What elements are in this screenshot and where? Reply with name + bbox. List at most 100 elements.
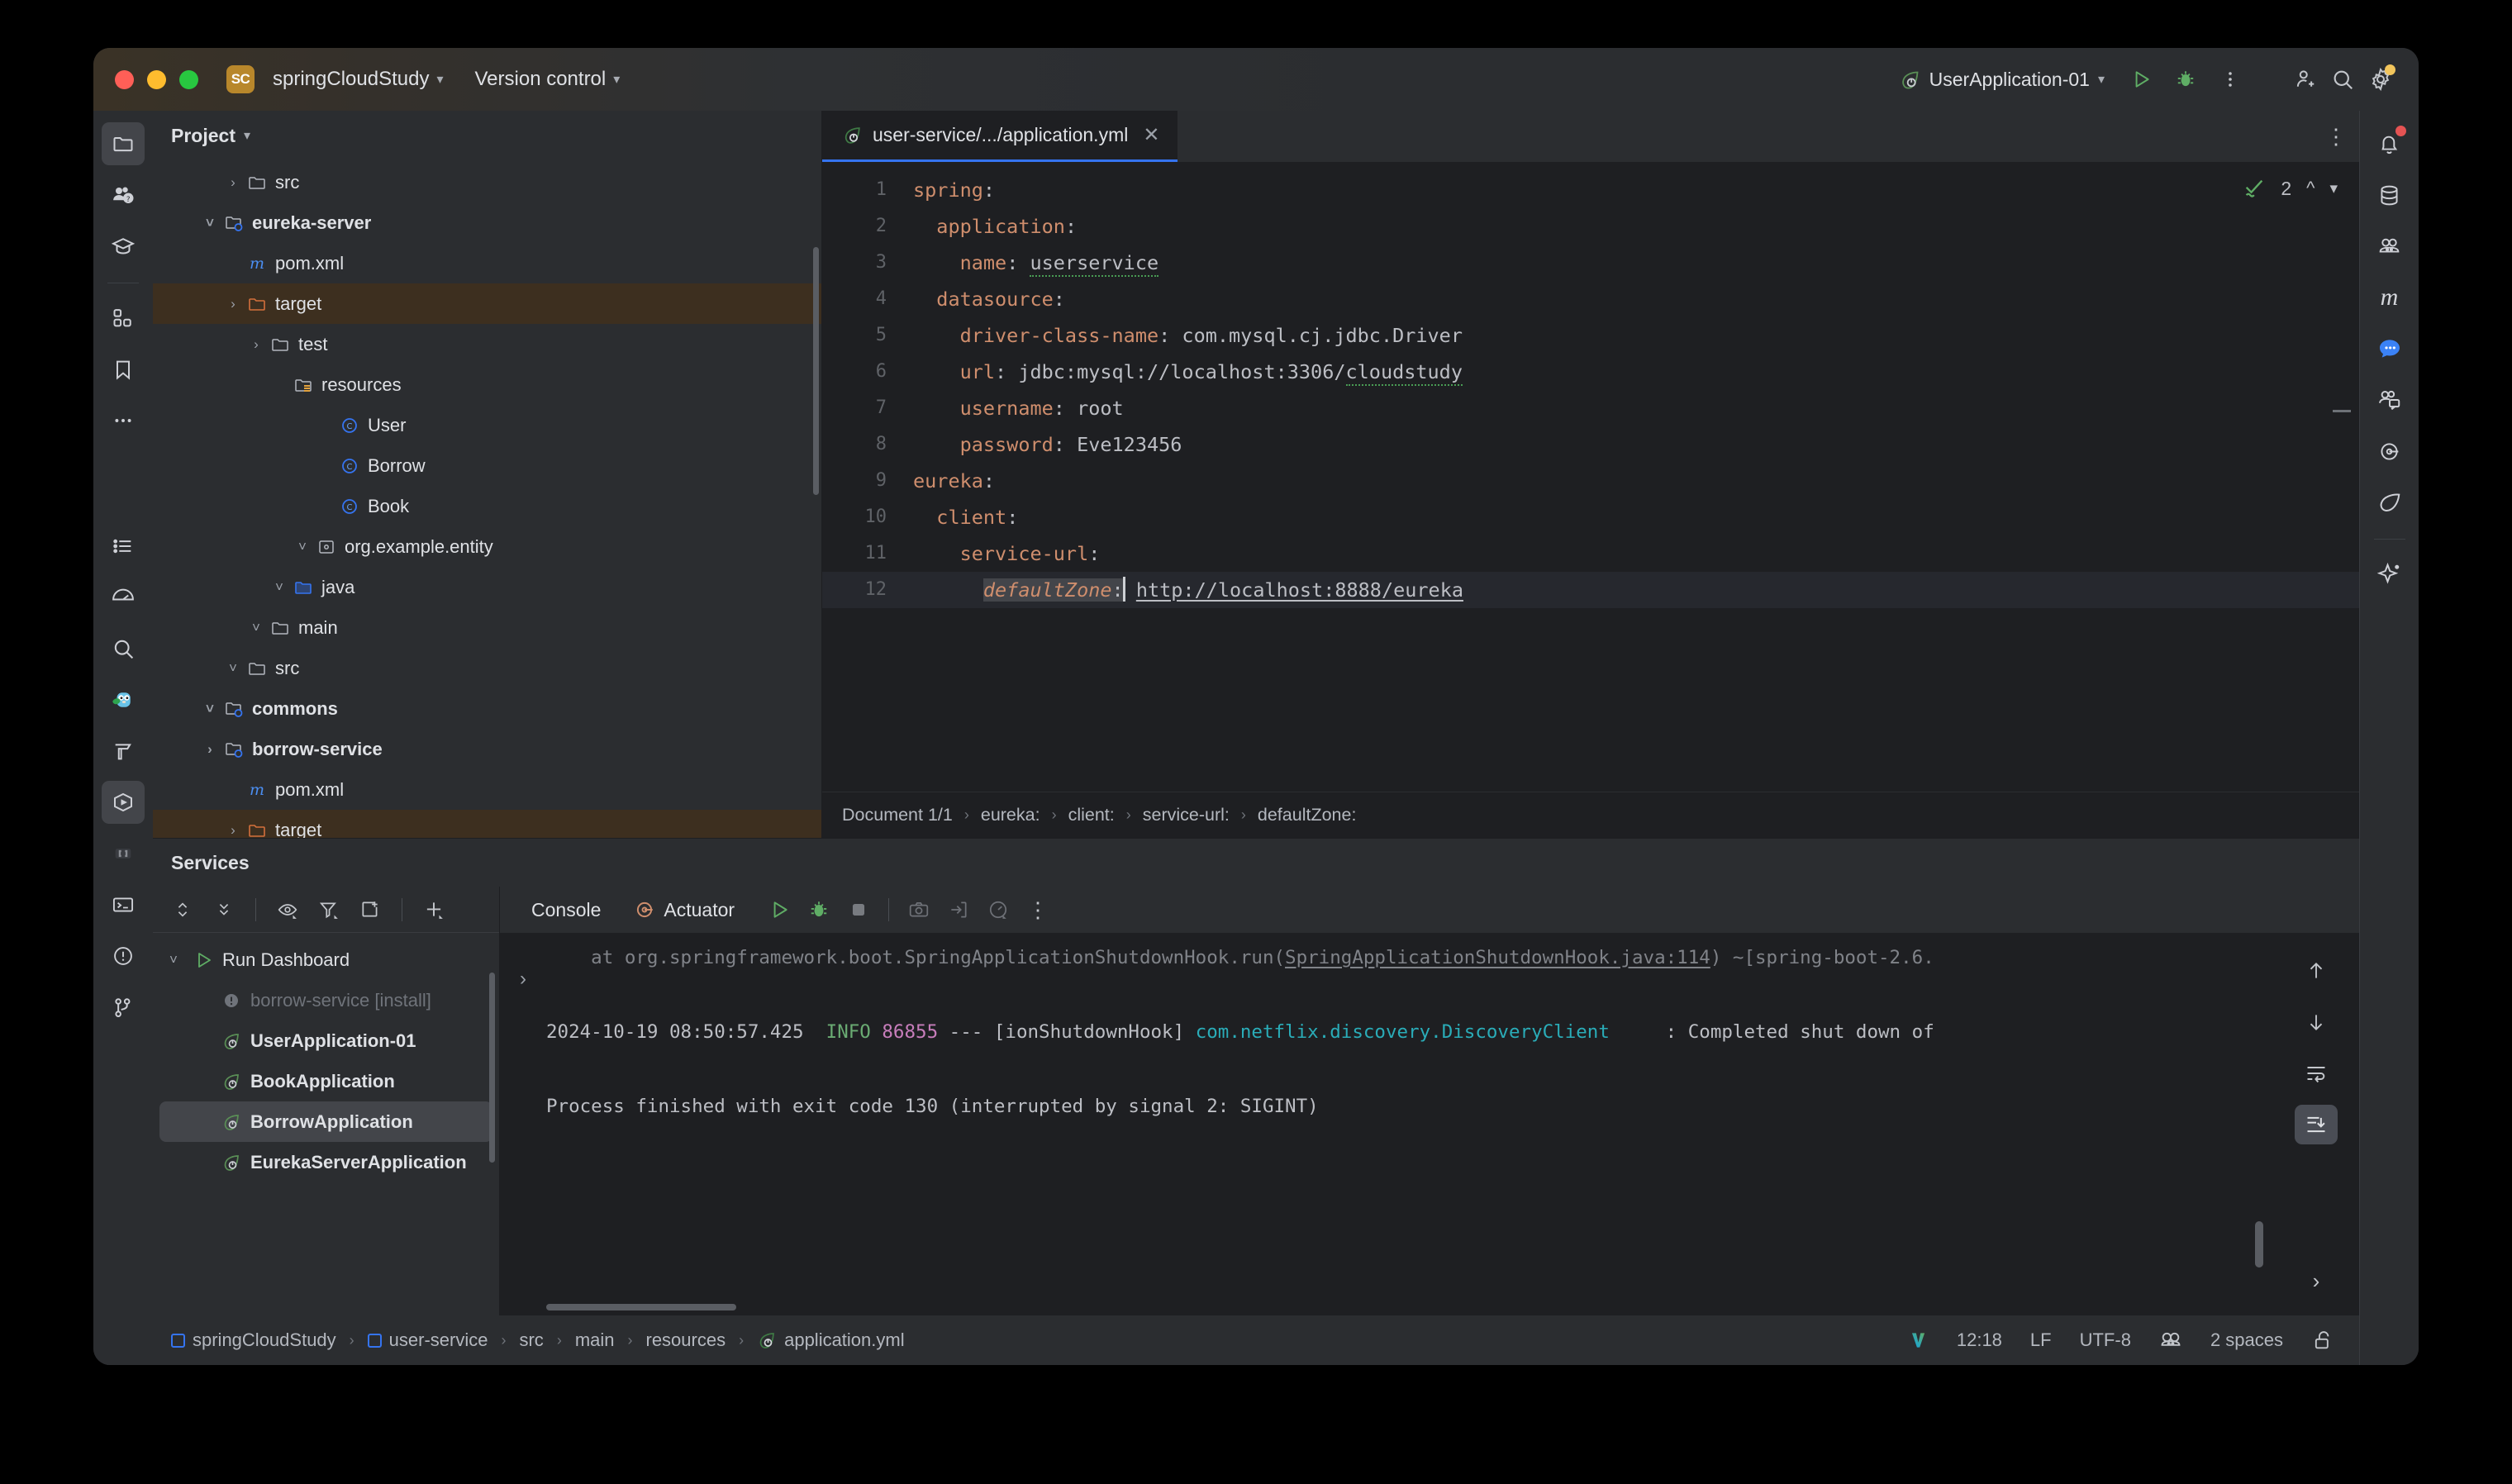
more-options-button[interactable] — [2214, 63, 2247, 96]
code-with-me-icon[interactable] — [2368, 378, 2411, 421]
caret-position[interactable]: 12:18 — [1957, 1329, 2002, 1351]
tab-actuator[interactable]: Actuator — [626, 896, 743, 925]
breadcrumb-item[interactable]: service-url: — [1143, 805, 1230, 825]
code-line[interactable]: 8 password: Eve123456 — [822, 426, 2359, 463]
project-tree-row[interactable]: ˅src — [153, 648, 821, 688]
chevron-right-icon[interactable]: › — [199, 741, 221, 758]
minimize-window-button[interactable] — [147, 70, 166, 89]
chevron-down-icon[interactable]: ˅ — [269, 579, 290, 596]
rerun-button[interactable] — [761, 892, 797, 928]
file-encoding[interactable]: UTF-8 — [2080, 1329, 2131, 1351]
scroll-up-icon[interactable] — [2295, 951, 2338, 991]
sidebar-item-more-tool-windows[interactable] — [102, 399, 145, 442]
code-line[interactable]: 1spring: — [822, 172, 2359, 208]
add-icon[interactable] — [416, 892, 452, 928]
collapse-all-icon[interactable] — [206, 892, 242, 928]
editor-surface[interactable]: 1spring:2 application:3 name: userservic… — [822, 162, 2359, 792]
filter-icon[interactable] — [311, 892, 347, 928]
breadcrumb-item[interactable]: client: — [1068, 805, 1115, 825]
export-button[interactable] — [940, 892, 977, 928]
editor-options-button[interactable]: ⋮ — [2313, 111, 2359, 162]
chat-icon[interactable] — [2368, 327, 2411, 370]
console-vertical-scrollbar[interactable] — [2255, 1221, 2263, 1268]
project-tree-row[interactable]: ›target — [153, 810, 821, 838]
scroll-down-icon[interactable] — [2295, 1002, 2338, 1042]
code-line[interactable]: 12 defaultZone: http://localhost:8888/eu… — [822, 572, 2359, 608]
sidebar-item-find[interactable] — [102, 627, 145, 670]
notifications-icon[interactable] — [2368, 122, 2411, 165]
project-tree-row[interactable]: ˅commons — [153, 688, 821, 729]
status-breadcrumb-item[interactable]: resources — [646, 1329, 726, 1351]
project-tree-row[interactable]: ›test — [153, 324, 821, 364]
version-control-dropdown[interactable]: Version control ▾ — [466, 63, 628, 96]
spring-icon[interactable] — [2368, 481, 2411, 524]
close-window-button[interactable] — [115, 70, 134, 89]
status-breadcrumb[interactable]: springCloudStudy›user-service›src›main›r… — [171, 1329, 905, 1351]
sidebar-item-build[interactable] — [102, 730, 145, 773]
chevron-down-icon[interactable]: ˅ — [245, 620, 267, 636]
sidebar-item-services[interactable] — [102, 781, 145, 824]
soft-wrap-icon[interactable] — [2295, 1054, 2338, 1093]
sidebar-item-terminal[interactable] — [102, 883, 145, 926]
project-tree-row[interactable]: CBorrow — [153, 445, 821, 486]
actuator-icon[interactable] — [2368, 430, 2411, 473]
chevron-down-icon[interactable]: ▾ — [244, 127, 250, 144]
sidebar-item-problems[interactable] — [102, 935, 145, 977]
code-line[interactable]: 3 name: userservice — [822, 245, 2359, 281]
project-tree-row[interactable]: resources — [153, 364, 821, 405]
status-breadcrumb-item[interactable]: user-service — [368, 1329, 488, 1351]
editor-tab-application-yml[interactable]: user-service/.../application.yml ✕ — [822, 111, 1178, 162]
services-tree[interactable]: ˅Run Dashboardborrow-service [install]Us… — [153, 933, 499, 1315]
sidebar-item-plugins[interactable] — [102, 297, 145, 340]
project-tree-row[interactable]: ›borrow-service — [153, 729, 821, 769]
run-button[interactable] — [2124, 63, 2158, 96]
services-tree-row[interactable]: EurekaServerApplication — [159, 1142, 492, 1182]
lock-icon[interactable] — [2311, 1329, 2334, 1352]
sidebar-item-bookmarks[interactable] — [102, 348, 145, 391]
code-content[interactable]: 1spring:2 application:3 name: userservic… — [822, 162, 2359, 608]
screenshot-button[interactable] — [901, 892, 937, 928]
breadcrumb-item[interactable]: Document 1/1 — [842, 805, 953, 825]
code-line[interactable]: 11 service-url: — [822, 535, 2359, 572]
project-tree-row[interactable]: ›target — [153, 283, 821, 324]
indent-setting[interactable]: 2 spaces — [2210, 1329, 2283, 1351]
code-line[interactable]: 4 datasource: — [822, 281, 2359, 317]
breadcrumb-item[interactable]: eureka: — [981, 805, 1040, 825]
code-line[interactable]: 7 username: root — [822, 390, 2359, 426]
stop-button[interactable] — [840, 892, 877, 928]
expand-collapse-icon[interactable] — [164, 892, 201, 928]
maven-icon[interactable]: m — [2368, 276, 2411, 319]
scroll-to-end-icon[interactable] — [2295, 1105, 2338, 1144]
dashboard-button[interactable] — [980, 892, 1016, 928]
inspector-icon[interactable] — [2159, 1329, 2182, 1352]
settings-button[interactable] — [2364, 63, 2397, 96]
yaml-value-link[interactable]: http://localhost:8888/eureka — [1136, 578, 1463, 602]
new-tab-icon[interactable] — [352, 892, 388, 928]
show-icon[interactable] — [269, 892, 306, 928]
breadcrumb-item[interactable]: defaultZone: — [1258, 805, 1357, 825]
debug-button[interactable] — [801, 892, 837, 928]
project-tree-row[interactable]: ˅org.example.entity — [153, 526, 821, 567]
sidebar-item-go-gopher[interactable] — [102, 678, 145, 721]
services-tree-row[interactable]: ˅Run Dashboard — [159, 939, 492, 980]
sidebar-item-version-control[interactable] — [102, 986, 145, 1029]
code-line[interactable]: 10 client: — [822, 499, 2359, 535]
console-output[interactable]: at org.springframework.boot.SpringApplic… — [546, 933, 2273, 1315]
code-line[interactable]: 5 driver-class-name: com.mysql.cj.jdbc.D… — [822, 317, 2359, 354]
line-separator[interactable]: LF — [2030, 1329, 2052, 1351]
chevron-right-icon[interactable]: › — [222, 822, 244, 839]
add-user-button[interactable] — [2288, 63, 2321, 96]
status-breadcrumb-item[interactable]: application.yml — [757, 1329, 905, 1351]
project-tree-row[interactable]: mpom.xml — [153, 243, 821, 283]
debug-button[interactable] — [2169, 63, 2202, 96]
ai-spark-icon[interactable] — [2368, 553, 2411, 596]
services-tree-row[interactable]: borrow-service [install] — [159, 980, 492, 1020]
project-tree-row[interactable]: ˅java — [153, 567, 821, 607]
status-breadcrumb-item[interactable]: main — [575, 1329, 615, 1351]
window-controls[interactable] — [115, 70, 198, 89]
search-button[interactable] — [2326, 63, 2359, 96]
console-more-button[interactable]: ⋮ — [1020, 892, 1056, 928]
console-stacktrace-link[interactable]: SpringApplicationShutdownHook.java:114 — [1285, 947, 1710, 968]
chevron-right-icon[interactable]: › — [245, 336, 267, 353]
services-tree-row[interactable]: UserApplication-01 — [159, 1020, 492, 1061]
